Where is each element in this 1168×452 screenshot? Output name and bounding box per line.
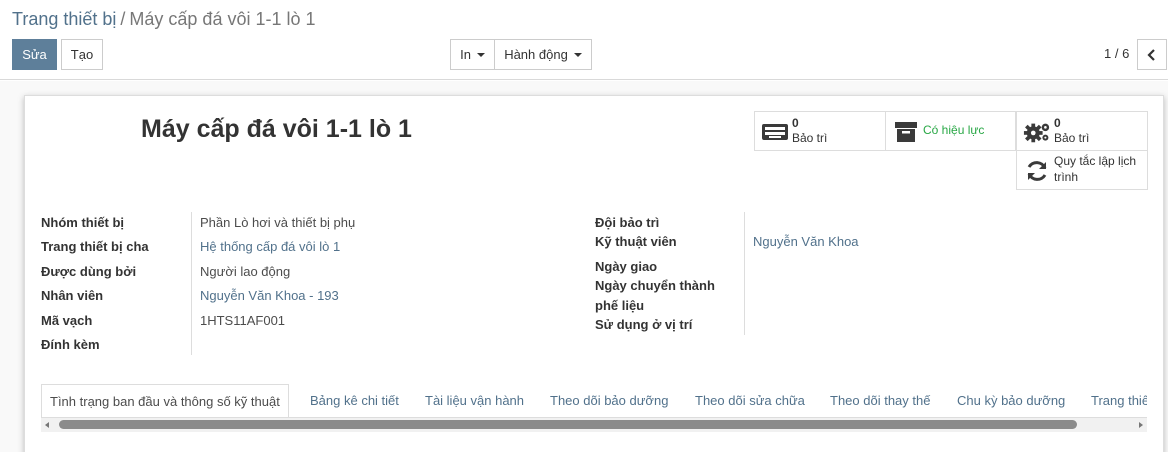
field-value-employee-link[interactable]: Nguyễn Văn Khoa - 193	[200, 288, 339, 303]
maintenance-count-value: 0	[792, 116, 799, 130]
refresh-icon	[1023, 159, 1051, 183]
field-value-used-by: Người lao động	[200, 264, 291, 279]
maintenance-count-button[interactable]: 0 Bảo trì	[754, 111, 886, 151]
tab-initial-condition[interactable]: Tình trạng ban đầu và thông số kỹ thuật	[41, 384, 289, 417]
tab-maintenance-cycle[interactable]: Chu kỳ bảo dưỡng	[957, 384, 1065, 417]
keyboard-icon	[761, 120, 789, 144]
print-label: In	[460, 47, 471, 62]
create-button[interactable]: Tạo	[61, 39, 103, 70]
field-label-location: Sử dụng ở vị trí	[595, 317, 693, 332]
active-toggle-button[interactable]: Có hiệu lực	[885, 111, 1016, 151]
field-label-employee: Nhân viên	[41, 288, 104, 303]
action-dropdown[interactable]: Hành động	[494, 39, 592, 70]
print-dropdown[interactable]: In	[450, 39, 495, 70]
field-label-scrap-date-cont: phế liệu	[595, 298, 645, 313]
scroll-right-icon[interactable]	[1139, 422, 1143, 428]
maintenance-requests-label: Bảo trì	[1054, 131, 1090, 145]
maintenance-count-label: Bảo trì	[792, 131, 828, 145]
field-label-parent-equipment: Trang thiết bị cha	[41, 239, 149, 254]
field-divider-left	[191, 212, 192, 355]
tab-detail-list[interactable]: Bảng kê chi tiết	[310, 384, 399, 417]
scrollbar-thumb[interactable]	[59, 420, 1077, 429]
record-title: Máy cấp đá vôi 1-1 lò 1	[141, 115, 412, 143]
maintenance-requests-value: 0	[1054, 116, 1061, 130]
field-value-parent-equipment-link[interactable]: Hệ thống cấp đá vôi lò 1	[200, 239, 340, 254]
breadcrumb-separator: /	[120, 9, 126, 29]
caret-down-icon	[476, 52, 485, 57]
scroll-left-icon[interactable]	[45, 422, 49, 428]
tab-repair-tracking[interactable]: Theo dõi sửa chữa	[695, 384, 805, 417]
field-label-maintenance-team: Đội bảo trì	[595, 215, 660, 230]
breadcrumb-current: Máy cấp đá vôi 1-1 lò 1	[129, 9, 316, 29]
tab-equipment[interactable]: Trang thiết	[1091, 384, 1147, 417]
tab-operation-docs[interactable]: Tài liệu vận hành	[425, 384, 524, 417]
field-label-barcode: Mã vạch	[41, 313, 93, 328]
tabs-horizontal-scrollbar[interactable]	[41, 418, 1147, 432]
field-label-used-by: Được dùng bởi	[41, 264, 137, 279]
field-label-technician: Kỹ thuật viên	[595, 234, 677, 249]
caret-down-icon	[573, 52, 582, 57]
action-label: Hành động	[504, 47, 568, 62]
control-panel: Trang thiết bị / Máy cấp đá vôi 1-1 lò 1 S…	[0, 0, 1168, 80]
pager-value[interactable]: 1 / 6	[1104, 46, 1129, 61]
breadcrumb: Trang thiết bị / Máy cấp đá vôi 1-1 lò 1	[12, 9, 316, 30]
scheduling-rules-label-line1: Quy tắc lập lịch	[1054, 154, 1137, 168]
scheduling-rules-button[interactable]: Quy tắc lập lịch trình	[1016, 150, 1148, 190]
tab-maintenance-tracking[interactable]: Theo dõi bảo dưỡng	[550, 384, 668, 417]
field-value-barcode: 1HTS11AF001	[200, 313, 286, 328]
scheduling-rules-label-line2: trình	[1054, 170, 1079, 184]
field-value-equipment-category: Phần Lò hơi và thiết bị phụ	[200, 215, 356, 230]
archive-icon	[892, 120, 920, 144]
pager-previous-button[interactable]	[1137, 39, 1167, 70]
chevron-left-icon	[1147, 48, 1155, 61]
edit-button[interactable]: Sửa	[12, 39, 57, 70]
active-status-label: Có hiệu lực	[923, 123, 985, 137]
field-label-attachment: Đính kèm	[41, 337, 100, 352]
field-label-scrap-date: Ngày chuyển thành	[595, 278, 715, 293]
field-value-technician-link[interactable]: Nguyễn Văn Khoa	[753, 234, 859, 249]
field-divider-right	[744, 212, 745, 335]
breadcrumb-parent-link[interactable]: Trang thiết bị	[12, 9, 116, 29]
notebook-tabs: Tình trạng ban đầu và thông số kỹ thuật …	[41, 384, 1147, 418]
tab-replacement-tracking[interactable]: Theo dõi thay thế	[830, 384, 930, 417]
gears-icon	[1023, 120, 1051, 144]
field-label-equipment-category: Nhóm thiết bị	[41, 215, 125, 230]
field-label-assign-date: Ngày giao	[595, 259, 658, 274]
maintenance-requests-button[interactable]: 0 Bảo trì	[1016, 111, 1148, 151]
